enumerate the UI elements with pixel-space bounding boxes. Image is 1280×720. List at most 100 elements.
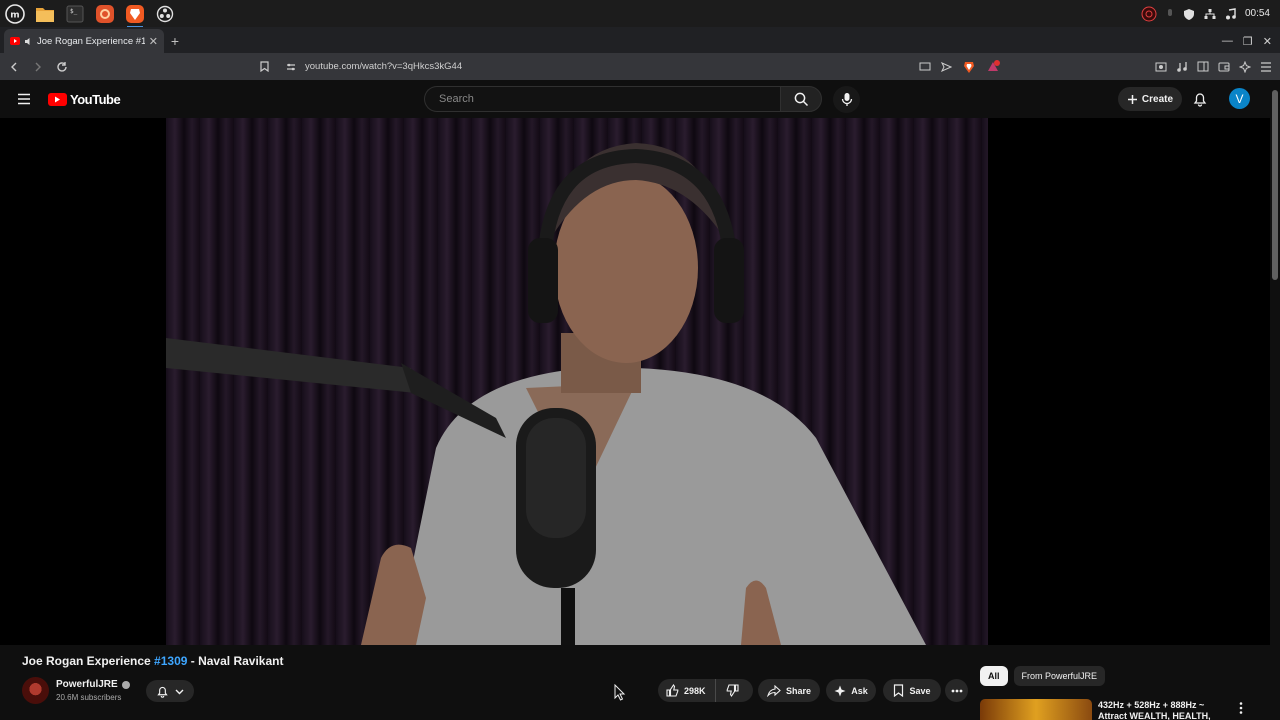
bookmark-icon[interactable] <box>260 61 269 72</box>
forward-icon[interactable] <box>30 59 46 75</box>
channel-avatar[interactable] <box>22 677 49 704</box>
title-prefix: Joe Rogan Experience <box>22 654 155 668</box>
logo-text: YouTube <box>70 92 121 107</box>
chip-all[interactable]: All <box>980 666 1008 686</box>
speaker-icon[interactable] <box>24 37 33 46</box>
channel-name[interactable]: PowerfulJRE <box>56 679 118 690</box>
create-label: Create <box>1141 93 1174 105</box>
linux-mint-menu-icon[interactable]: m <box>3 2 27 26</box>
page-scrollbar[interactable] <box>1270 80 1280 720</box>
back-icon[interactable] <box>6 59 22 75</box>
browser-menu-icon[interactable] <box>1260 61 1272 72</box>
obs-tray-icon[interactable] <box>1141 6 1157 22</box>
minimize-icon[interactable]: — <box>1222 35 1233 47</box>
related-filter-chips: All From PowerfulJRE <box>980 666 1106 686</box>
scrollbar-thumb[interactable] <box>1272 90 1278 280</box>
like-count: 298K <box>684 685 706 696</box>
os-taskbar: m $_ 00:54 <box>0 0 1280 28</box>
cast-icon[interactable] <box>919 62 931 72</box>
mic-tray-icon[interactable] <box>1166 8 1174 20</box>
create-button[interactable]: Create <box>1118 87 1182 111</box>
subscriber-count: 20.6M subscribers <box>56 693 122 702</box>
title-hashtag-link[interactable]: #1309 <box>154 654 187 668</box>
youtube-logo[interactable]: YouTube <box>48 92 121 107</box>
title-suffix: - Naval Ravikant <box>187 654 284 668</box>
brave-shields-icon[interactable] <box>962 60 976 74</box>
youtube-play-icon <box>48 93 67 106</box>
site-settings-icon[interactable] <box>286 62 296 72</box>
more-horizontal-icon <box>951 689 962 692</box>
account-avatar[interactable]: V <box>1229 88 1250 109</box>
sidebar-icon[interactable] <box>1197 61 1209 72</box>
chip-from-channel[interactable]: From PowerfulJRE <box>1013 666 1106 686</box>
dislike-button[interactable] <box>716 679 749 702</box>
youtube-header: YouTube Search Create <box>0 80 1280 118</box>
related-video-thumbnail[interactable] <box>980 699 1092 720</box>
obs-icon[interactable] <box>153 2 177 26</box>
clock[interactable]: 00:54 <box>1245 8 1270 19</box>
wallet-icon[interactable] <box>1218 61 1230 72</box>
video-title: Joe Rogan Experience #1309 - Naval Ravik… <box>22 654 283 668</box>
screenshot-icon[interactable] <box>1155 61 1167 72</box>
url-field[interactable]: youtube.com/watch?v=3qHkcs3kG44 <box>256 57 1000 77</box>
notifications-bell-icon[interactable] <box>1192 91 1208 107</box>
video-content <box>166 143 926 645</box>
tab-youtube[interactable]: Joe Rogan Experience #1309 ✕ <box>4 29 164 53</box>
browser-tab-bar: Joe Rogan Experience #1309 ✕ + — ❐ ✕ <box>0 27 1280 53</box>
bookmark-save-icon <box>894 684 904 697</box>
network-icon[interactable] <box>1204 8 1216 20</box>
terminal-icon[interactable]: $_ <box>63 2 87 26</box>
music-note-icon[interactable] <box>1225 7 1236 20</box>
files-icon[interactable] <box>33 2 57 26</box>
search-placeholder: Search <box>439 93 474 105</box>
thumbs-down-icon <box>726 684 739 697</box>
search-icon <box>794 92 808 106</box>
plus-icon <box>1127 94 1137 104</box>
mouse-cursor-icon <box>614 684 626 701</box>
leo-ai-icon[interactable] <box>1239 60 1251 73</box>
media-icon[interactable] <box>1176 61 1188 72</box>
firefox-icon[interactable] <box>93 2 117 26</box>
hamburger-menu-icon[interactable] <box>16 91 32 107</box>
verified-check-icon <box>121 680 130 689</box>
save-button[interactable]: Save <box>883 679 941 702</box>
search-button[interactable] <box>780 86 822 112</box>
tab-close-icon[interactable]: ✕ <box>149 35 158 48</box>
ask-button[interactable]: Ask <box>826 679 876 702</box>
address-bar: youtube.com/watch?v=3qHkcs3kG44 <box>0 53 1280 80</box>
url-text[interactable]: youtube.com/watch?v=3qHkcs3kG44 <box>305 61 462 72</box>
new-tab-button[interactable]: + <box>164 29 186 53</box>
maximize-icon[interactable]: ❐ <box>1243 35 1253 48</box>
share-icon <box>767 684 781 697</box>
like-dislike-group: 298K <box>658 679 753 702</box>
video-frame[interactable] <box>166 118 988 645</box>
related-video-title[interactable]: 432Hz + 528Hz + 888Hz ~ Attract WEALTH, … <box>1098 700 1228 720</box>
svg-text:$_: $_ <box>70 8 78 15</box>
brave-icon[interactable] <box>123 2 147 28</box>
video-player[interactable] <box>0 118 1270 645</box>
reload-icon[interactable] <box>54 59 70 75</box>
save-label: Save <box>909 685 931 696</box>
brave-rewards-icon[interactable] <box>986 59 1000 74</box>
sparkle-icon <box>834 685 846 696</box>
more-vertical-icon[interactable] <box>1236 701 1246 715</box>
share-label: Share <box>785 685 811 696</box>
more-actions-button[interactable] <box>945 679 968 702</box>
channel-name-link[interactable]: PowerfulJRE <box>56 679 130 690</box>
svg-text:m: m <box>10 10 19 20</box>
like-button[interactable]: 298K <box>658 679 716 702</box>
subscription-notifications-button[interactable] <box>146 680 194 702</box>
ask-label: Ask <box>851 685 868 696</box>
thumbs-up-icon <box>666 684 679 697</box>
shield-icon[interactable] <box>1183 8 1195 20</box>
youtube-favicon-icon <box>10 37 20 45</box>
bell-icon <box>157 686 168 698</box>
tab-title: Joe Rogan Experience #1309 <box>37 35 145 47</box>
share-button[interactable]: Share <box>758 679 820 702</box>
send-icon[interactable] <box>941 61 952 72</box>
close-window-icon[interactable]: ✕ <box>1263 35 1272 48</box>
microphone-icon <box>841 93 852 106</box>
chevron-down-icon <box>175 689 184 694</box>
voice-search-button[interactable] <box>833 86 860 113</box>
search-input[interactable]: Search <box>424 86 780 112</box>
